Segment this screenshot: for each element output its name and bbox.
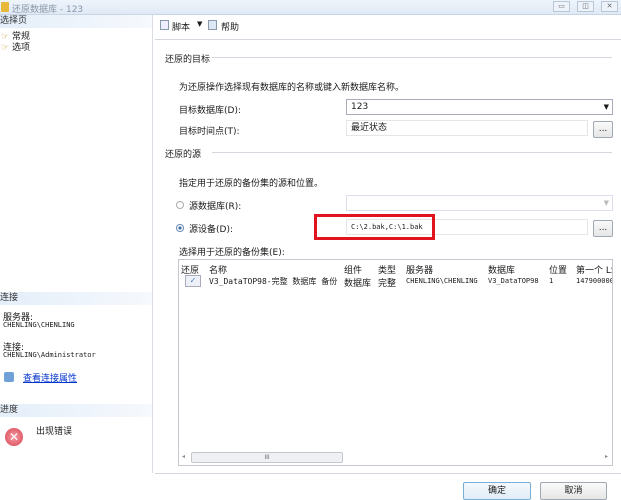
target-time-browse-button[interactable]: ... xyxy=(593,121,613,138)
cell-server: CHENLING\CHENLING xyxy=(406,277,478,285)
scroll-left-icon[interactable]: ◂ xyxy=(182,453,185,460)
restore-checkbox[interactable]: ✓ xyxy=(185,275,201,287)
target-db-value: 123 xyxy=(351,102,369,112)
connection-header: 连接 xyxy=(0,292,152,305)
page-label: 选项 xyxy=(11,43,30,53)
help-button[interactable]: 帮助 xyxy=(221,20,239,33)
target-time-field: 最近状态 xyxy=(346,120,588,136)
script-button[interactable]: 脚本 xyxy=(172,20,190,33)
title-bar: 还原数据库 - 123 ▭ ◫ ✕ xyxy=(0,0,621,15)
ok-button[interactable]: 确定 xyxy=(463,482,531,500)
source-section-title: 还原的源 xyxy=(165,150,202,160)
horizontal-scrollbar-thumb[interactable]: III xyxy=(191,452,343,463)
source-db-combo[interactable]: ▼ xyxy=(346,195,613,211)
page-item-options[interactable]: ☞ 选项 xyxy=(1,40,30,53)
help-icon xyxy=(208,20,217,30)
connection-value: CHENLING\Administrator xyxy=(3,351,96,359)
view-connection-properties-link[interactable]: 查看连接属性 xyxy=(23,371,77,384)
close-button[interactable]: ✕ xyxy=(601,1,618,12)
section-divider xyxy=(212,152,612,153)
select-page-title: 选择页 xyxy=(0,16,28,26)
source-db-radio[interactable] xyxy=(176,201,184,209)
cell-database: V3_DataTOP98 xyxy=(488,277,539,285)
script-dropdown-icon[interactable]: ▼ xyxy=(197,20,202,28)
source-description: 指定用于还原的备份集的源和位置。 xyxy=(179,179,324,189)
target-section-title: 还原的目标 xyxy=(165,55,211,65)
footer-divider xyxy=(155,473,621,474)
toolbar-divider xyxy=(155,39,621,40)
target-time-label: 目标时间点(T): xyxy=(179,127,240,137)
source-db-label: 源数据库(R): xyxy=(189,202,242,212)
scroll-right-icon[interactable]: ▸ xyxy=(605,453,608,460)
properties-icon xyxy=(4,372,14,382)
target-db-label: 目标数据库(D): xyxy=(179,106,241,116)
pane-divider xyxy=(152,15,153,473)
cell-first-lsn: 147900000 xyxy=(576,277,613,285)
cancel-button[interactable]: 取消 xyxy=(540,482,607,500)
backupsets-label: 选择用于还原的备份集(E): xyxy=(179,248,285,258)
backupsets-table[interactable]: 还原 名称 组件 类型 服务器 数据库 位置 第一个 LS ✓ V3_DataT… xyxy=(178,259,613,466)
cell-component: 数据库 xyxy=(344,279,372,289)
progress-title: 进度 xyxy=(0,405,19,415)
progress-header: 进度 xyxy=(0,404,152,417)
cell-name: V3_DataTOP98-完整 数据库 备份 xyxy=(209,277,338,286)
minimize-button[interactable]: ▭ xyxy=(553,1,570,12)
section-divider xyxy=(212,57,612,58)
window-title: 还原数据库 - 123 xyxy=(12,5,84,15)
select-page-header: 选择页 xyxy=(0,15,152,28)
target-description: 为还原操作选择现有数据库的名称或键入新数据库名称。 xyxy=(179,83,405,93)
cell-type: 完整 xyxy=(378,279,397,289)
chevron-down-icon[interactable]: ▼ xyxy=(604,100,609,114)
chevron-down-icon[interactable]: ▼ xyxy=(604,196,609,210)
cell-position: 1 xyxy=(549,277,554,285)
maximize-button[interactable]: ◫ xyxy=(577,1,594,12)
target-db-combo[interactable]: 123 ▼ xyxy=(346,99,613,115)
server-value: CHENLING\CHENLING xyxy=(3,321,75,329)
database-icon xyxy=(1,2,9,12)
connection-title: 连接 xyxy=(0,293,19,303)
page-icon: ☞ xyxy=(1,43,10,53)
progress-status: 出现错误 xyxy=(36,427,73,437)
error-icon: ✕ xyxy=(5,428,23,446)
source-device-radio[interactable] xyxy=(176,224,184,232)
source-device-label: 源设备(D): xyxy=(189,225,233,235)
table-row[interactable]: ✓ V3_DataTOP98-完整 数据库 备份 数据库 完整 CHENLING… xyxy=(179,273,613,290)
source-device-browse-button[interactable]: ... xyxy=(593,220,613,237)
script-icon xyxy=(160,20,169,30)
highlight-box xyxy=(314,214,435,240)
target-time-value: 最近状态 xyxy=(351,123,388,133)
